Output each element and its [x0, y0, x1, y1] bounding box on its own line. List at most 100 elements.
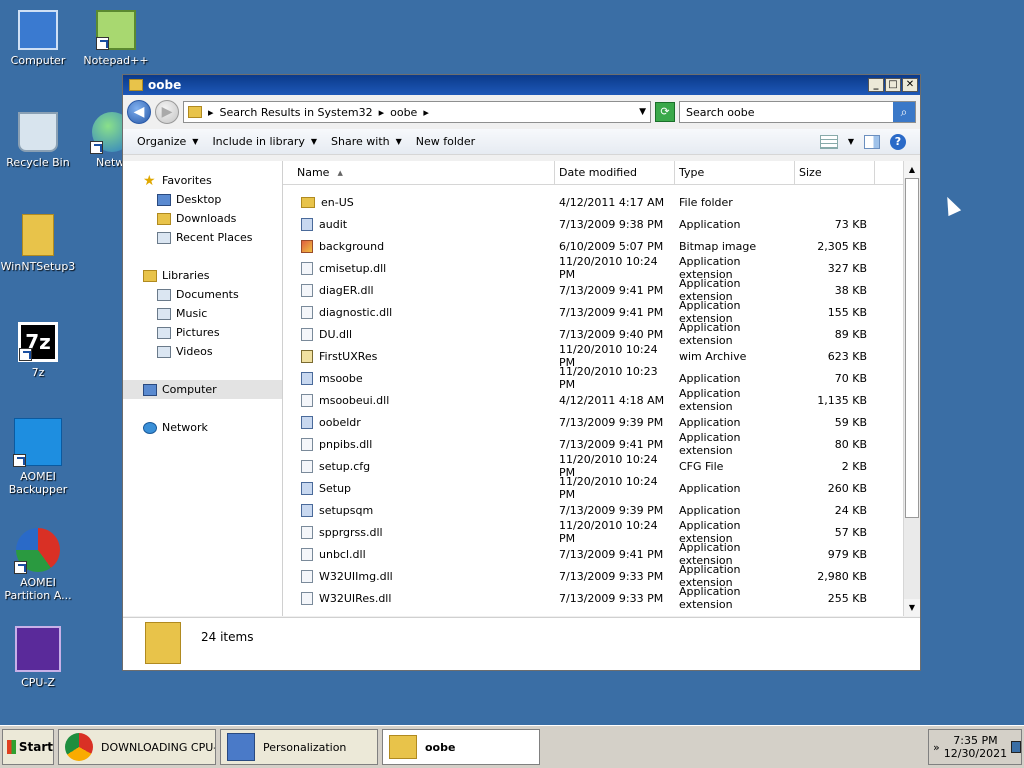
help-icon[interactable]: ?: [890, 133, 906, 150]
desktop-icon-7z[interactable]: 7z 7z: [0, 322, 76, 379]
desktop-icon-notepadpp[interactable]: Notepad++: [78, 10, 154, 67]
tray-expand-icon[interactable]: »: [933, 741, 940, 754]
table-row[interactable]: background 6/10/2009 5:07 PM Bitmap image 2…: [283, 235, 920, 257]
address-bar[interactable]: ▸ Search Results in System32 ▸ oobe ▸ ▼: [183, 101, 651, 123]
file-name: diagER.dll: [319, 283, 374, 297]
include-in-library-button[interactable]: Include in library ▼: [212, 135, 317, 148]
file-size: 2,305 KB: [817, 239, 867, 253]
table-row[interactable]: diagER.dll 7/13/2009 9:41 PM Application e…: [283, 277, 920, 303]
view-options-icon[interactable]: [819, 134, 838, 149]
maximize-button[interactable]: □: [885, 78, 901, 92]
column-header-size[interactable]: Size: [795, 161, 875, 184]
breadcrumb-separator-icon[interactable]: ▸: [208, 106, 214, 119]
details-pane: 24 items: [123, 617, 920, 670]
table-row[interactable]: msoobe 11/20/2010 10:23 PM Application 70 K…: [283, 365, 920, 391]
vertical-scrollbar[interactable]: ▲ ▼: [903, 161, 920, 616]
chevron-down-icon[interactable]: ▼: [848, 137, 854, 146]
table-row[interactable]: oobeldr 7/13/2009 9:39 PM Application 59 KB: [283, 411, 920, 433]
desktop-icon-label: Recycle Bin: [6, 156, 70, 169]
folder-icon: [129, 79, 143, 91]
search-icon[interactable]: ⌕: [893, 102, 915, 122]
table-row[interactable]: W32UIImg.dll 7/13/2009 9:33 PM Application…: [283, 563, 920, 589]
breadcrumb-separator-icon[interactable]: ▸: [423, 106, 429, 119]
table-row[interactable]: W32UIRes.dll 7/13/2009 9:33 PM Application…: [283, 585, 920, 611]
search-box[interactable]: Search oobe ⌕: [679, 101, 916, 123]
file-icon: [301, 547, 313, 561]
window-titlebar[interactable]: oobe _ □ ✕: [123, 75, 920, 95]
desktop-icon-aomei-partition[interactable]: AOMEI Partition A...: [0, 528, 76, 602]
nav-item-desktop[interactable]: Desktop: [123, 190, 282, 209]
nav-item-favorites[interactable]: ★ Favorites: [123, 171, 282, 190]
table-row[interactable]: Setup 11/20/2010 10:24 PM Application 260 K…: [283, 475, 920, 501]
preview-pane-icon[interactable]: [864, 134, 880, 149]
shortcut-arrow-icon: [19, 348, 32, 361]
table-row[interactable]: FirstUXRes 11/20/2010 10:24 PM wim Archive…: [283, 343, 920, 369]
address-dropdown-icon[interactable]: ▼: [639, 107, 646, 117]
nav-item-recent-places[interactable]: Recent Places: [123, 228, 282, 247]
archive-icon: [301, 349, 313, 363]
table-row[interactable]: setup.cfg 11/20/2010 10:24 PM CFG File 2 KB: [283, 453, 920, 479]
table-row[interactable]: cmisetup.dll 11/20/2010 10:24 PM Applicati…: [283, 255, 920, 281]
file-icon: [301, 591, 313, 605]
taskbar-item-personalization[interactable]: Personalization: [220, 729, 378, 765]
nav-item-videos[interactable]: Videos: [123, 342, 282, 361]
desktop-icon-winntsetup3[interactable]: WinNTSetup3: [0, 214, 76, 273]
nav-item-downloads[interactable]: Downloads: [123, 209, 282, 228]
back-button[interactable]: ◀: [127, 100, 151, 124]
table-row[interactable]: diagnostic.dll 7/13/2009 9:41 PM Applicati…: [283, 299, 920, 325]
share-with-button[interactable]: Share with ▼: [331, 135, 402, 148]
file-size: 155 KB: [827, 305, 867, 319]
table-row[interactable]: DU.dll 7/13/2009 9:40 PM Application exten…: [283, 321, 920, 347]
column-header-type[interactable]: Type: [675, 161, 795, 184]
nav-item-documents[interactable]: Documents: [123, 285, 282, 304]
desktop-icon-recycle-bin[interactable]: Recycle Bin: [0, 112, 76, 169]
column-header-date[interactable]: Date modified: [555, 161, 675, 184]
start-button[interactable]: Start: [2, 729, 54, 765]
table-row[interactable]: setupsqm 7/13/2009 9:39 PM Application 24 K…: [283, 499, 920, 521]
file-name: setup.cfg: [319, 459, 371, 473]
scroll-down-icon[interactable]: ▼: [904, 599, 920, 616]
minimize-button[interactable]: _: [868, 78, 884, 92]
scroll-thumb[interactable]: [905, 178, 919, 518]
new-folder-button[interactable]: New folder: [416, 135, 475, 148]
file-icon: [301, 393, 313, 407]
file-icon: [301, 283, 313, 297]
table-row[interactable]: audit 7/13/2009 9:38 PM Application 73 KB: [283, 213, 920, 235]
organize-button[interactable]: Organize ▼: [137, 135, 198, 148]
clock[interactable]: 7:35 PM 12/30/2021: [944, 734, 1007, 760]
nav-item-music[interactable]: Music: [123, 304, 282, 323]
desktop-icon-label: AOMEI Partition A...: [4, 576, 72, 602]
nav-item-network[interactable]: Network: [123, 418, 282, 437]
desktop-icon-cpuz[interactable]: CPU-Z: [0, 626, 76, 689]
desktop-icon-aomei-backupper[interactable]: AOMEI Backupper: [0, 418, 76, 496]
show-desktop-icon[interactable]: [1011, 741, 1021, 753]
computer-icon: [143, 383, 157, 396]
scroll-up-icon[interactable]: ▲: [904, 161, 920, 178]
forward-button[interactable]: ▶: [155, 100, 179, 124]
breadcrumb-item[interactable]: oobe: [390, 106, 417, 119]
address-bar-row: ◀ ▶ ▸ Search Results in System32 ▸ oobe …: [123, 95, 920, 129]
table-row[interactable]: pnpibs.dll 7/13/2009 9:41 PM Application e…: [283, 431, 920, 457]
search-input[interactable]: Search oobe: [686, 106, 755, 119]
file-type: Application: [679, 371, 741, 385]
application-icon: [301, 481, 313, 495]
table-row[interactable]: msoobeui.dll 4/12/2011 4:18 AM Application…: [283, 387, 920, 413]
taskbar-item-chrome[interactable]: DOWNLOADING CPU-...: [58, 729, 216, 765]
close-button[interactable]: ✕: [902, 78, 918, 92]
table-row[interactable]: spprgrss.dll 11/20/2010 10:24 PM Applicati…: [283, 519, 920, 545]
breadcrumb-item[interactable]: Search Results in System32: [220, 106, 373, 119]
breadcrumb-separator-icon[interactable]: ▸: [379, 106, 385, 119]
desktop-icon-computer[interactable]: Computer: [0, 10, 76, 67]
table-row[interactable]: unbcl.dll 7/13/2009 9:41 PM Application ex…: [283, 541, 920, 567]
nav-item-pictures[interactable]: Pictures: [123, 323, 282, 342]
file-date: 7/13/2009 9:41 PM: [559, 305, 664, 319]
nav-item-libraries[interactable]: Libraries: [123, 266, 282, 285]
refresh-button[interactable]: ⟳: [655, 102, 675, 122]
table-row[interactable]: en-US 4/12/2011 4:17 AM File folder: [283, 191, 920, 213]
desktop-icon-network[interactable]: Netw: [78, 112, 122, 169]
videos-icon: [157, 345, 171, 358]
column-header-name[interactable]: Name ▲: [283, 161, 555, 184]
nav-item-computer[interactable]: Computer: [123, 380, 282, 399]
taskbar-item-oobe[interactable]: oobe: [382, 729, 540, 765]
